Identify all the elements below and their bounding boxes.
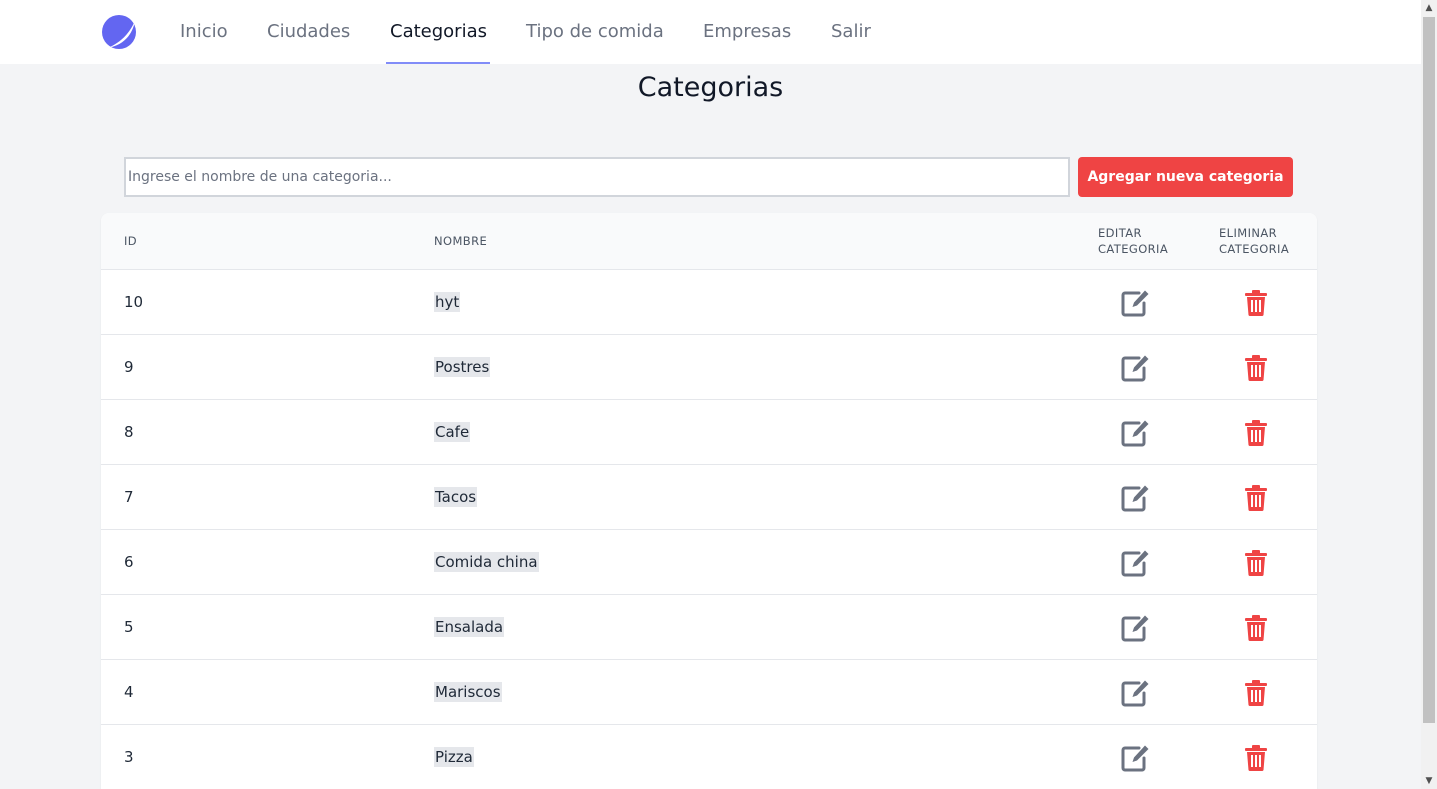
category-id-cell: 5 bbox=[124, 618, 134, 636]
active-nav-indicator bbox=[386, 62, 490, 64]
category-id-cell: 6 bbox=[124, 553, 134, 571]
edit-category-button[interactable] bbox=[1119, 743, 1151, 773]
delete-category-button[interactable] bbox=[1243, 288, 1269, 318]
nav-link-tipo-de-comida[interactable]: Tipo de comida bbox=[526, 0, 664, 64]
edit-category-button[interactable] bbox=[1119, 418, 1151, 448]
edit-icon bbox=[1121, 680, 1149, 707]
category-name-cell: Ensalada bbox=[434, 617, 505, 637]
edit-category-button[interactable] bbox=[1119, 288, 1151, 318]
category-id-cell: 8 bbox=[124, 423, 134, 441]
trash-icon bbox=[1245, 745, 1267, 771]
trash-icon bbox=[1245, 550, 1267, 576]
category-name-input[interactable] bbox=[124, 157, 1070, 197]
edit-icon bbox=[1121, 355, 1149, 382]
table-row: 10 hyt bbox=[101, 270, 1317, 335]
category-id-cell: 7 bbox=[124, 488, 134, 506]
edit-category-button[interactable] bbox=[1119, 483, 1151, 513]
delete-category-button[interactable] bbox=[1243, 418, 1269, 448]
category-id-cell: 3 bbox=[124, 748, 134, 766]
table-row: 8 Cafe bbox=[101, 400, 1317, 465]
table-row: 5 Ensalada bbox=[101, 595, 1317, 660]
edit-category-button[interactable] bbox=[1119, 548, 1151, 578]
trash-icon bbox=[1245, 420, 1267, 446]
category-id-cell: 9 bbox=[124, 358, 134, 376]
trash-icon bbox=[1245, 615, 1267, 641]
category-name-cell: Mariscos bbox=[434, 682, 502, 702]
trash-icon bbox=[1245, 355, 1267, 381]
column-header-name: NOMBRE bbox=[434, 234, 488, 248]
table-row: 9 Postres bbox=[101, 335, 1317, 400]
delete-category-button[interactable] bbox=[1243, 678, 1269, 708]
edit-icon bbox=[1121, 290, 1149, 317]
delete-category-button[interactable] bbox=[1243, 743, 1269, 773]
edit-icon bbox=[1121, 550, 1149, 577]
scrollbar-thumb[interactable] bbox=[1423, 17, 1435, 723]
category-name-cell: Cafe bbox=[434, 422, 471, 442]
app-logo-icon[interactable] bbox=[101, 14, 137, 50]
categories-table: ID NOMBRE EDITAR CATEGORIA ELIMINAR CATE… bbox=[101, 213, 1317, 789]
scroll-down-arrow-icon[interactable]: ▼ bbox=[1421, 773, 1437, 789]
category-name-cell: Tacos bbox=[434, 487, 478, 507]
edit-category-button[interactable] bbox=[1119, 613, 1151, 643]
category-name-cell: Comida china bbox=[434, 552, 539, 572]
category-name-cell: Pizza bbox=[434, 747, 474, 767]
category-name-cell: Postres bbox=[434, 357, 491, 377]
nav-link-inicio[interactable]: Inicio bbox=[180, 0, 228, 64]
nav-link-salir[interactable]: Salir bbox=[831, 0, 871, 64]
top-navbar: Inicio Ciudades Categorias Tipo de comid… bbox=[0, 0, 1421, 64]
trash-icon bbox=[1245, 680, 1267, 706]
category-id-cell: 10 bbox=[124, 293, 144, 311]
nav-link-empresas[interactable]: Empresas bbox=[703, 0, 791, 64]
trash-icon bbox=[1245, 290, 1267, 316]
category-id-cell: 4 bbox=[124, 683, 134, 701]
delete-category-button[interactable] bbox=[1243, 353, 1269, 383]
table-row: 3 Pizza bbox=[101, 725, 1317, 789]
category-name-cell: hyt bbox=[434, 292, 461, 312]
edit-category-button[interactable] bbox=[1119, 678, 1151, 708]
column-header-id: ID bbox=[124, 234, 138, 248]
nav-link-ciudades[interactable]: Ciudades bbox=[267, 0, 350, 64]
table-header: ID NOMBRE EDITAR CATEGORIA ELIMINAR CATE… bbox=[101, 213, 1317, 270]
page-scrollbar[interactable]: ▲ ▼ bbox=[1421, 0, 1437, 789]
edit-icon bbox=[1121, 485, 1149, 512]
edit-icon bbox=[1121, 420, 1149, 447]
trash-icon bbox=[1245, 485, 1267, 511]
page-title: Categorias bbox=[637, 72, 784, 103]
delete-category-button[interactable] bbox=[1243, 613, 1269, 643]
table-row: 6 Comida china bbox=[101, 530, 1317, 595]
scroll-up-arrow-icon[interactable]: ▲ bbox=[1421, 0, 1437, 16]
delete-category-button[interactable] bbox=[1243, 548, 1269, 578]
edit-category-button[interactable] bbox=[1119, 353, 1151, 383]
table-row: 4 Mariscos bbox=[101, 660, 1317, 725]
delete-category-button[interactable] bbox=[1243, 483, 1269, 513]
nav-link-categorias[interactable]: Categorias bbox=[390, 0, 487, 64]
edit-icon bbox=[1121, 745, 1149, 772]
edit-icon bbox=[1121, 615, 1149, 642]
add-category-button[interactable]: Agregar nueva categoria bbox=[1078, 157, 1293, 197]
column-header-edit: EDITAR CATEGORIA bbox=[1098, 226, 1169, 256]
column-header-delete: ELIMINAR CATEGORIA bbox=[1219, 226, 1290, 256]
table-row: 7 Tacos bbox=[101, 465, 1317, 530]
